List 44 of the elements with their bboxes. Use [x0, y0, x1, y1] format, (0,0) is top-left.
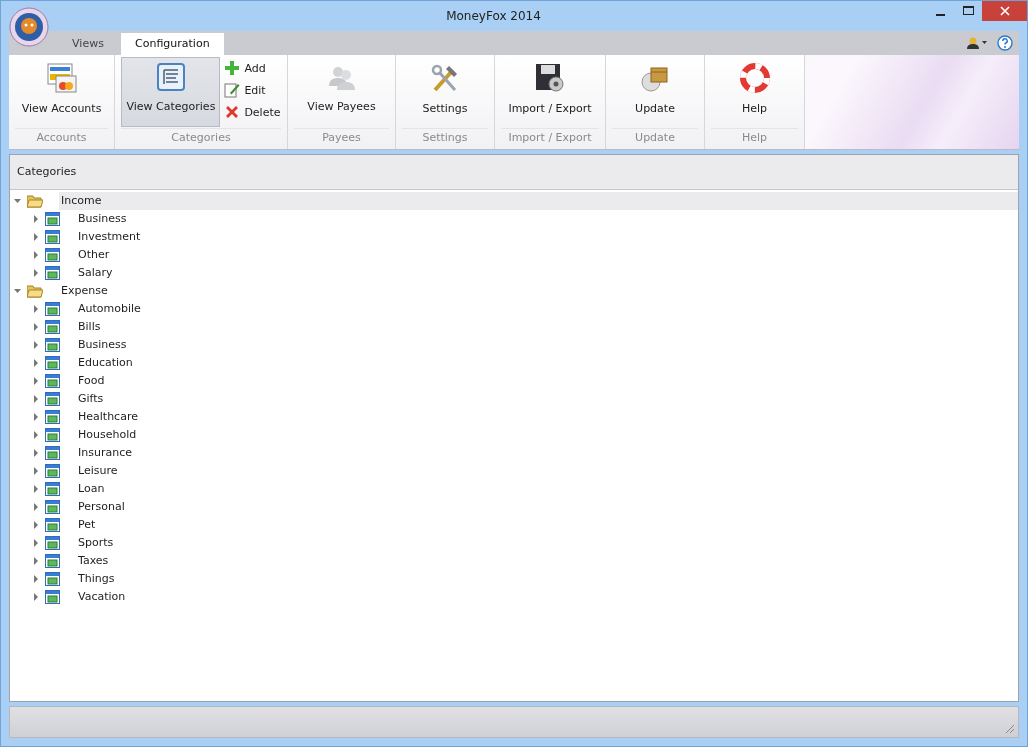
- tree-item[interactable]: Pet: [76, 516, 96, 534]
- tree-item[interactable]: Automobile: [76, 300, 141, 318]
- tree-item[interactable]: Business: [76, 336, 127, 354]
- ribbon-tab[interactable]: Views: [55, 33, 121, 55]
- group-label: Settings: [402, 128, 488, 147]
- panel-title: Categories: [10, 155, 1018, 190]
- ribbon-button[interactable]: Settings: [405, 57, 485, 127]
- tree-item[interactable]: Vacation: [76, 588, 126, 606]
- tree-item[interactable]: Other: [76, 246, 110, 264]
- tree-item[interactable]: Healthcare: [76, 408, 138, 426]
- ribbon-button[interactable]: Help: [714, 57, 795, 127]
- ribbon-button[interactable]: View Accounts: [16, 57, 107, 127]
- tree-item[interactable]: Loan: [76, 480, 105, 498]
- group-label: Payees: [294, 128, 389, 147]
- ribbon-button[interactable]: Update: [615, 57, 695, 127]
- window-title: MoneyFox 2014: [445, 9, 542, 23]
- tree-item[interactable]: Investment: [76, 228, 141, 246]
- tree-item[interactable]: Income: [59, 192, 1018, 210]
- tree-item[interactable]: Expense: [59, 282, 108, 300]
- ribbon-small-button[interactable]: Edit: [224, 81, 281, 99]
- tree-item[interactable]: Household: [76, 426, 137, 444]
- group-label: Categories: [121, 128, 281, 147]
- tree-item[interactable]: Business: [76, 210, 127, 228]
- ribbon-tab[interactable]: Configuration: [121, 33, 224, 55]
- tree-item[interactable]: Personal: [76, 498, 125, 516]
- tree-item[interactable]: Salary: [76, 264, 113, 282]
- ribbon-button[interactable]: View Payees: [301, 57, 382, 127]
- group-label: Update: [612, 128, 698, 147]
- group-label: Help: [711, 128, 798, 147]
- tree-item[interactable]: Things: [76, 570, 115, 588]
- tree-item[interactable]: Sports: [76, 534, 114, 552]
- tree-item[interactable]: Taxes: [76, 552, 109, 570]
- group-label: Import / Export: [501, 128, 599, 147]
- ribbon-button[interactable]: View Categories: [121, 57, 221, 127]
- tree-item[interactable]: Gifts: [76, 390, 104, 408]
- tree-item[interactable]: Food: [76, 372, 105, 390]
- ribbon-small-button[interactable]: Add: [224, 59, 281, 77]
- ribbon-button[interactable]: Import / Export: [503, 57, 597, 127]
- ribbon-small-button[interactable]: Delete: [224, 103, 281, 121]
- tree-item[interactable]: Education: [76, 354, 133, 372]
- tree-item[interactable]: Leisure: [76, 462, 118, 480]
- tree-item[interactable]: Bills: [76, 318, 101, 336]
- tree-item[interactable]: Insurance: [76, 444, 132, 462]
- group-label: Accounts: [15, 128, 108, 147]
